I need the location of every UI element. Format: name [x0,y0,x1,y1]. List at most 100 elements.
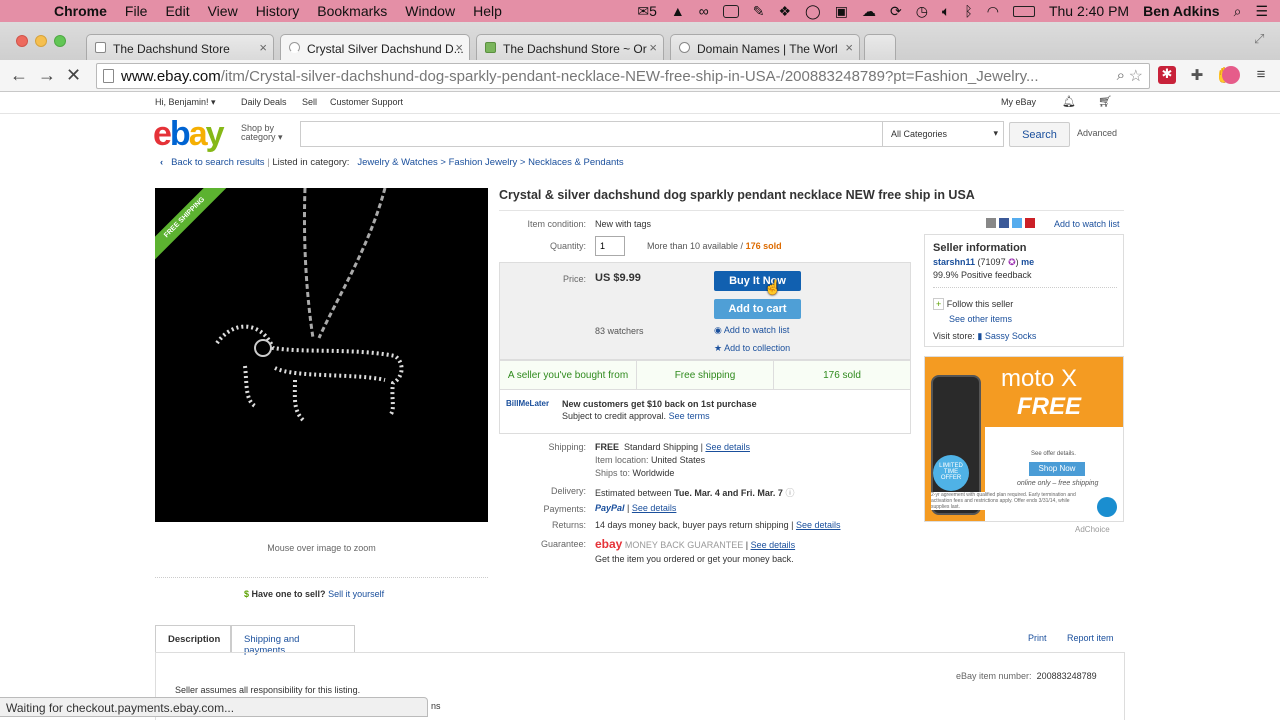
back-arrow-icon[interactable]: ← [10,65,28,86]
search-button[interactable]: Search [1009,122,1070,147]
close-tab-icon[interactable]: × [649,40,657,55]
facebook-icon[interactable] [999,218,1009,228]
notification-bell-icon[interactable]: 🔔︎ [1062,95,1076,108]
back-to-search-link[interactable]: Back to search results [171,157,264,168]
menu-help[interactable]: Help [473,3,502,19]
add-to-watch-list-top-link[interactable]: Add to watch list [1054,219,1120,229]
notification-count-icon[interactable]: ✉5 [637,3,657,20]
search-menu-icon[interactable]: ◯ [805,3,821,20]
menubar-clock[interactable]: Thu 2:40 PM [1049,3,1129,19]
my-ebay-link[interactable]: My eBay [1001,97,1036,107]
breadcrumb-jewelry-watches[interactable]: Jewelry & Watches [357,157,437,168]
see-terms-link[interactable]: See terms [669,411,710,421]
tab-shopify-store[interactable]: The Dachshund Store ~ Or × [476,34,664,60]
seller-name-link[interactable]: starshn11 [933,257,975,267]
omnibox-search-icon[interactable]: ⌕ [1112,67,1125,84]
greeting-menu[interactable]: Hi, Benjamin! ▾ [155,97,216,108]
close-tab-icon[interactable]: × [455,40,463,55]
notification-center-icon[interactable]: ☰ [1255,3,1268,20]
advanced-search-link[interactable]: Advanced [1077,128,1117,138]
extension-pink-icon[interactable] [1222,66,1240,84]
close-tab-icon[interactable]: × [259,40,267,55]
daily-deals-link[interactable]: Daily Deals [241,97,287,107]
stop-loading-icon[interactable]: ✕ [66,65,81,86]
new-tab-button[interactable] [864,34,896,60]
sell-link[interactable]: Sell [302,97,317,107]
adchoice-link[interactable]: AdChoice [1075,525,1110,534]
tab-shipping-payments[interactable]: Shipping and payments [231,625,355,656]
wifi-icon[interactable]: ◠ [987,3,999,20]
close-window-button[interactable] [16,35,28,47]
add-to-collection-link[interactable]: ★ Add to collection [714,343,790,354]
menu-bookmarks[interactable]: Bookmarks [317,3,387,19]
creative-cloud-icon[interactable]: ∞ [699,3,709,19]
returns-see-details-link[interactable]: See details [796,520,841,530]
menubar-user[interactable]: Ben Adkins [1143,3,1220,19]
address-bar[interactable]: www.ebay.com/itm/Crystal-silver-dachshun… [96,63,1150,89]
twitter-icon[interactable] [1012,218,1022,228]
page-icon [95,42,106,53]
time-machine-icon[interactable]: ◷ [916,3,928,20]
spotlight-icon[interactable]: ⌕ [1234,3,1242,20]
tab-ebay-item[interactable]: Crystal Silver Dachshund D... × [280,34,470,60]
plus-icon: + [933,298,945,310]
menu-edit[interactable]: Edit [165,3,189,19]
see-other-items-link[interactable]: See other items [949,314,1012,324]
tab-description[interactable]: Description [155,625,231,653]
sync-icon[interactable]: ⟳ [890,3,902,20]
ebay-logo[interactable]: ebay [153,115,225,154]
extension-red-icon[interactable]: ✱ [1158,66,1176,84]
sell-it-yourself-link[interactable]: Sell it yourself [328,589,384,599]
category-select[interactable]: All Categories ▾ [882,121,1004,147]
pinterest-icon[interactable] [1025,218,1035,228]
guarantee-see-details-link[interactable]: See details [751,540,796,550]
email-icon[interactable] [986,218,996,228]
tab-domain-names[interactable]: Domain Names | The Worl × [670,34,860,60]
quantity-input[interactable] [595,236,625,256]
menu-history[interactable]: History [256,3,300,19]
product-image[interactable]: FREE SHIPPING [155,188,488,522]
add-to-watch-list-link[interactable]: ◉ Add to watch list [714,325,789,336]
ad-shop-now-button[interactable]: Shop Now [1029,462,1085,476]
script-icon[interactable]: ✎ [753,3,765,20]
store-link[interactable]: Sassy Socks [985,331,1037,341]
follow-seller-link[interactable]: + Follow this seller [933,298,1013,310]
battery-icon[interactable] [1012,5,1035,17]
help-icon[interactable]: ⓘ [785,488,794,498]
fullscreen-icon[interactable]: ⤢ [1254,31,1264,47]
close-tab-icon[interactable]: × [845,40,853,55]
minimize-window-button[interactable] [35,35,47,47]
tab-dachshund-store[interactable]: The Dachshund Store × [86,34,274,60]
back-chevron-icon[interactable]: ‹ [160,157,163,168]
video-icon[interactable] [722,4,739,18]
cloud-icon[interactable]: ☁ [862,3,876,20]
menu-app-name[interactable]: Chrome [54,3,107,19]
menu-window[interactable]: Window [405,3,455,19]
menu-view[interactable]: View [208,3,238,19]
drive-icon[interactable]: ▲ [671,3,685,19]
shop-by-category-button[interactable]: Shop by category ▾ [241,124,291,142]
sold-count[interactable]: 176 sold [746,241,782,251]
zoom-window-button[interactable] [54,35,66,47]
cart-icon[interactable]: 🛒︎ [1098,95,1112,108]
buy-it-now-button[interactable]: Buy It Now [714,271,801,291]
print-link[interactable]: Print [1028,633,1047,643]
breadcrumb-fashion-jewelry[interactable]: Fashion Jewelry [449,157,518,168]
payments-see-details-link[interactable]: See details [632,503,677,513]
bluetooth-icon[interactable]: ᛒ [964,3,972,19]
page-info-icon[interactable] [103,69,114,83]
gamepad-icon[interactable]: ▣ [835,3,848,20]
forward-arrow-icon[interactable]: → [38,65,56,86]
report-item-link[interactable]: Report item [1067,633,1114,643]
moto-x-ad[interactable]: moto X FREE LIMITED TIME OFFER See offer… [924,356,1124,522]
chrome-menu-icon[interactable]: ≡ [1252,66,1270,84]
bookmark-star-icon[interactable]: ☆ [1128,66,1143,86]
menu-file[interactable]: File [125,3,148,19]
shipping-see-details-link[interactable]: See details [705,442,750,452]
volume-icon[interactable]: 🔈︎ [942,3,950,20]
dropbox-icon[interactable]: ❖ [778,3,791,20]
breadcrumb-necklaces-pendants[interactable]: Necklaces & Pendants [528,157,624,168]
extension-puzzle-icon[interactable]: ✚ [1188,66,1206,84]
customer-support-link[interactable]: Customer Support [330,97,403,107]
add-to-cart-button[interactable]: Add to cart [714,299,801,319]
